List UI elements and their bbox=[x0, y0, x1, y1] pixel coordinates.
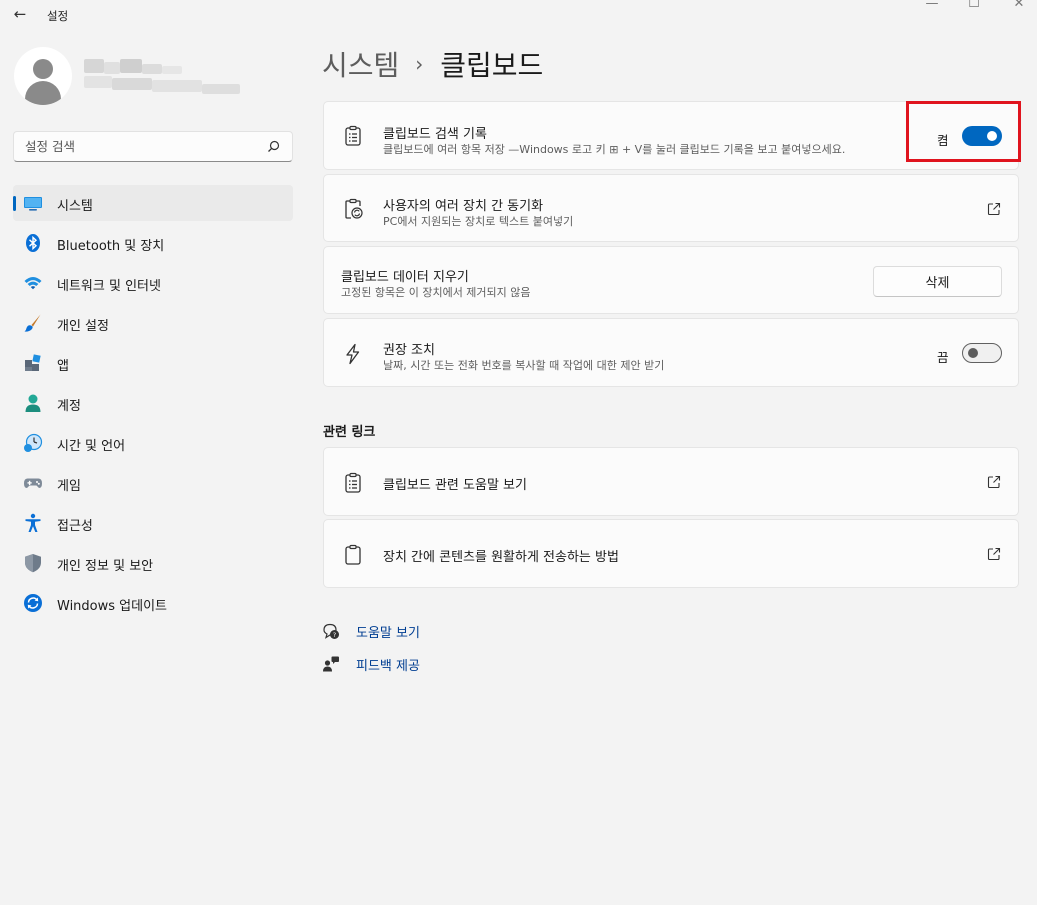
setting-description: 고정된 항목은 이 장치에서 제거되지 않음 bbox=[341, 286, 531, 299]
sidebar-item-apps[interactable]: 앱 bbox=[13, 345, 293, 381]
open-external-icon[interactable] bbox=[987, 202, 1001, 216]
title-bar: ← 설정 — ☐ ✕ bbox=[0, 0, 1037, 30]
breadcrumb: 시스템 › 클립보드 bbox=[322, 44, 543, 84]
sidebar-item-label: Windows 업데이트 bbox=[57, 599, 168, 614]
give-feedback-link[interactable]: 피드백 제공 bbox=[322, 654, 420, 674]
clipboard-list-icon bbox=[345, 125, 361, 146]
highlight-annotation-box bbox=[906, 101, 1021, 162]
clipboard-sync-icon bbox=[345, 198, 363, 219]
wifi-icon bbox=[24, 277, 42, 290]
brush-icon bbox=[24, 314, 41, 332]
close-button[interactable]: ✕ bbox=[1004, 0, 1034, 14]
setting-card-suggested-actions: 권장 조치 날짜, 시간 또는 전화 번호를 복사할 때 작업에 대한 제안 받… bbox=[323, 318, 1019, 387]
sidebar-item-label: 개인 정보 및 보안 bbox=[57, 559, 154, 574]
breadcrumb-separator: › bbox=[415, 52, 424, 76]
maximize-button[interactable]: ☐ bbox=[959, 0, 989, 14]
bluetooth-icon bbox=[26, 234, 40, 252]
sidebar-item-label: 계정 bbox=[57, 399, 81, 414]
gamepad-icon bbox=[24, 478, 42, 488]
setting-title: 클립보드 검색 기록 bbox=[383, 127, 487, 142]
sidebar-item-network[interactable]: 네트워크 및 인터넷 bbox=[13, 265, 293, 301]
search-input[interactable] bbox=[14, 132, 244, 161]
system-icon bbox=[24, 197, 42, 211]
related-link-label: 장치 간에 콘텐츠를 원활하게 전송하는 방법 bbox=[383, 550, 619, 565]
related-link-clipboard-help[interactable]: 클립보드 관련 도움말 보기 bbox=[323, 447, 1019, 516]
suggested-actions-toggle[interactable] bbox=[962, 343, 1002, 363]
sidebar-item-label: 네트워크 및 인터넷 bbox=[57, 279, 161, 294]
sidebar-item-label: 시간 및 언어 bbox=[57, 439, 126, 454]
setting-description: 날짜, 시간 또는 전화 번호를 복사할 때 작업에 대한 제안 받기 bbox=[383, 359, 665, 372]
sidebar-item-label: 개인 설정 bbox=[57, 319, 109, 334]
avatar-body-shape bbox=[25, 81, 61, 105]
sidebar-item-label: 앱 bbox=[57, 359, 69, 374]
lightning-icon bbox=[346, 343, 360, 365]
avatar-head-shape bbox=[33, 59, 53, 79]
open-external-icon[interactable] bbox=[987, 475, 1001, 489]
avatar[interactable] bbox=[14, 47, 72, 105]
sidebar-item-personalization[interactable]: 개인 설정 bbox=[13, 305, 293, 341]
toggle-state-label: 끔 bbox=[937, 350, 949, 365]
get-help-link[interactable]: ? 도움말 보기 bbox=[322, 621, 420, 641]
svg-text:?: ? bbox=[333, 631, 336, 639]
clear-button[interactable]: 삭제 bbox=[873, 266, 1002, 297]
setting-title: 클립보드 데이터 지우기 bbox=[341, 270, 469, 285]
related-links-heading: 관련 링크 bbox=[323, 425, 376, 440]
related-link-transfer-content[interactable]: 장치 간에 콘텐츠를 원활하게 전송하는 방법 bbox=[323, 519, 1019, 588]
account-icon bbox=[25, 394, 41, 412]
search-icon[interactable] bbox=[267, 140, 280, 153]
sidebar-item-accessibility[interactable]: 접근성 bbox=[13, 505, 293, 541]
sidebar-item-bluetooth[interactable]: Bluetooth 및 장치 bbox=[13, 225, 293, 261]
give-feedback-label: 피드백 제공 bbox=[356, 658, 420, 674]
setting-title: 권장 조치 bbox=[383, 343, 435, 358]
open-external-icon[interactable] bbox=[987, 547, 1001, 561]
clipboard-list-icon bbox=[345, 472, 361, 493]
sidebar-item-gaming[interactable]: 게임 bbox=[13, 465, 293, 501]
update-icon bbox=[24, 594, 42, 612]
sidebar-item-system[interactable]: 시스템 bbox=[13, 185, 293, 221]
setting-description: 클립보드에 여러 항목 저장 —Windows 로고 키 ⊞ + V를 눌러 클… bbox=[383, 143, 846, 156]
active-indicator bbox=[13, 196, 16, 211]
shield-icon bbox=[25, 554, 41, 573]
back-arrow-icon[interactable]: ← bbox=[10, 4, 30, 24]
time-language-icon bbox=[24, 433, 43, 452]
sidebar-item-accounts[interactable]: 계정 bbox=[13, 385, 293, 421]
app-title: 설정 bbox=[47, 9, 69, 23]
get-help-label: 도움말 보기 bbox=[356, 625, 420, 641]
sidebar-nav: 시스템 Bluetooth 및 장치 네트워크 및 인터넷 개인 설정 앱 계정… bbox=[13, 185, 293, 625]
sidebar-item-label: Bluetooth 및 장치 bbox=[57, 239, 165, 254]
clipboard-icon bbox=[345, 544, 361, 565]
help-chat-icon: ? bbox=[323, 623, 339, 639]
setting-title: 사용자의 여러 장치 간 동기화 bbox=[383, 199, 544, 214]
page-title: 클립보드 bbox=[440, 49, 544, 82]
setting-card-sync[interactable]: 사용자의 여러 장치 간 동기화 PC에서 지원되는 장치로 텍스트 붙여넣기 bbox=[323, 174, 1019, 242]
related-link-label: 클립보드 관련 도움말 보기 bbox=[383, 478, 527, 493]
sidebar-item-label: 접근성 bbox=[57, 519, 93, 534]
sidebar-item-time-language[interactable]: 시간 및 언어 bbox=[13, 425, 293, 461]
sidebar-item-label: 시스템 bbox=[57, 199, 93, 214]
toggle-knob bbox=[968, 348, 978, 358]
sidebar-item-windows-update[interactable]: Windows 업데이트 bbox=[13, 585, 293, 621]
accessibility-icon bbox=[25, 513, 41, 532]
apps-icon bbox=[25, 354, 41, 371]
sidebar-item-label: 게임 bbox=[57, 479, 81, 494]
feedback-icon bbox=[323, 656, 339, 672]
settings-search-box[interactable] bbox=[13, 131, 293, 162]
breadcrumb-parent[interactable]: 시스템 bbox=[322, 44, 399, 84]
minimize-button[interactable]: — bbox=[917, 0, 947, 14]
setting-card-clear-data: 클립보드 데이터 지우기 고정된 항목은 이 장치에서 제거되지 않음 삭제 bbox=[323, 246, 1019, 314]
setting-description: PC에서 지원되는 장치로 텍스트 붙여넣기 bbox=[383, 215, 574, 228]
sidebar-item-privacy[interactable]: 개인 정보 및 보안 bbox=[13, 545, 293, 581]
